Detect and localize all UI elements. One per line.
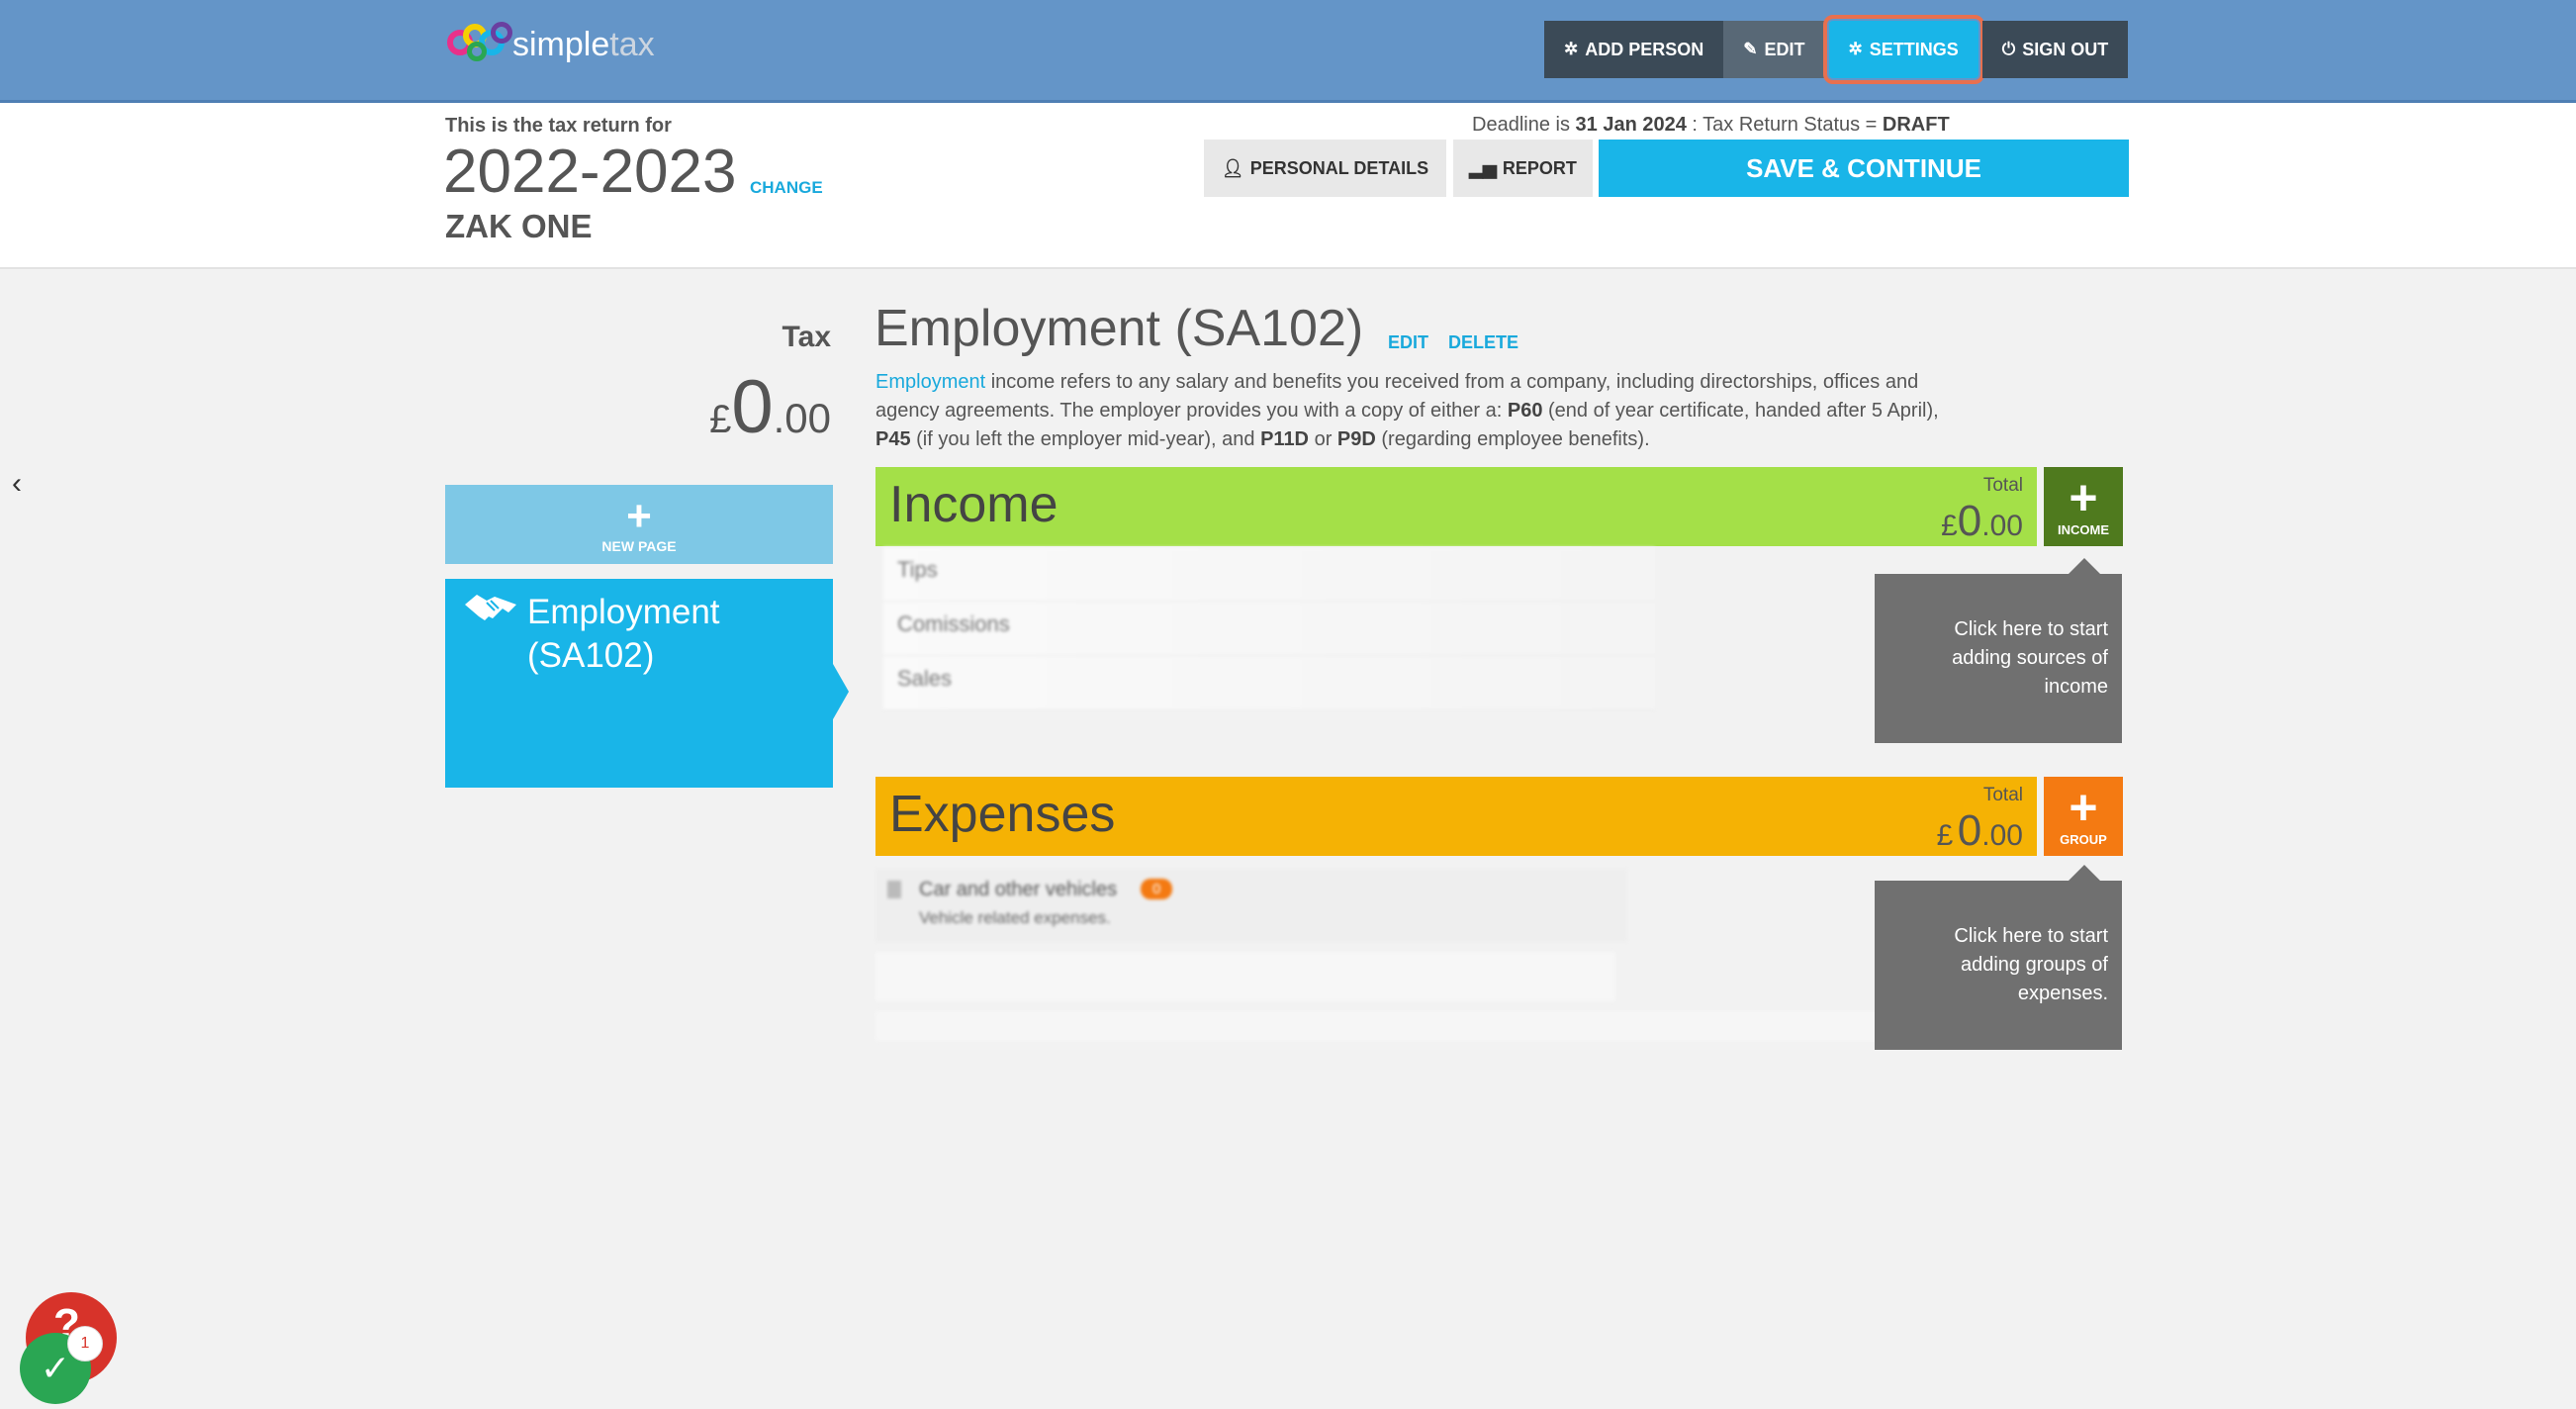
expenses-total: £ 0.00 — [1936, 806, 2023, 855]
delete-page-link[interactable]: DELETE — [1448, 332, 1518, 353]
sign-out-button[interactable]: ⏻ SIGN OUT — [1981, 21, 2129, 78]
add-group-label: GROUP — [2060, 832, 2107, 847]
person-name: ZAK ONE — [445, 208, 593, 244]
new-page-button[interactable]: + NEW PAGE — [445, 485, 833, 564]
report-button[interactable]: ▂▅ REPORT — [1453, 140, 1593, 197]
return-label: This is the tax return for — [445, 115, 672, 137]
personal-details-button[interactable]: 👤︎ PERSONAL DETAILS — [1204, 140, 1446, 197]
deadline-status: Deadline is 31 Jan 2024 : Tax Return Sta… — [1472, 114, 1950, 136]
logo[interactable]: simpletax — [445, 18, 655, 72]
tax-label: Tax — [782, 321, 831, 353]
income-title: Income — [889, 476, 1058, 533]
plus-icon: + — [2069, 470, 2098, 525]
expense-group-count: 0 — [1141, 879, 1173, 899]
page-title: Employment (SA102) — [874, 300, 1364, 357]
new-page-label: NEW PAGE — [601, 538, 677, 554]
list-item: Sales — [883, 656, 1655, 710]
add-income-button[interactable]: + INCOME — [2044, 467, 2123, 546]
list-item: Tips — [883, 547, 1655, 602]
top-nav: ✲ ADD PERSON ✎ EDIT ✲ SETTINGS ⏻ SIGN OU… — [1544, 15, 2129, 84]
page-card-title: Employment (SA102) — [527, 593, 720, 675]
plus-icon: + — [2069, 780, 2098, 835]
edit-button[interactable]: ✎ EDIT — [1723, 21, 1825, 78]
trash-icon — [887, 881, 901, 898]
expenses-tooltip: Click here to start adding groups of exp… — [1875, 865, 2122, 1050]
plus-icon: + — [626, 492, 652, 540]
settings-button[interactable]: ✲ SETTINGS — [1822, 15, 1984, 84]
list-item: Comissions — [883, 602, 1655, 656]
logo-text: simpletax — [512, 26, 655, 63]
top-bar: simpletax ✲ ADD PERSON ✎ EDIT ✲ SETTINGS… — [0, 0, 2576, 103]
income-header: Income Total £0.00 — [875, 467, 2037, 546]
return-header: This is the tax return for 2022-2023 CHA… — [0, 103, 2576, 269]
handshake-icon — [465, 595, 516, 620]
sign-out-label: SIGN OUT — [2022, 39, 2109, 59]
user-icon: 👤︎ — [1221, 157, 1244, 178]
expenses-total-label: Total — [1982, 785, 2023, 805]
income-total: £0.00 — [1941, 497, 2023, 545]
edit-label: EDIT — [1764, 39, 1805, 59]
expense-group-item: Car and other vehicles 0 Vehicle related… — [875, 869, 1627, 942]
gear-icon: ✲ — [1848, 40, 1863, 58]
save-continue-button[interactable]: SAVE & CONTINUE — [1599, 140, 2129, 197]
income-suggestions: Tips Comissions Sales — [883, 547, 1655, 710]
page-description: Employment income refers to any salary a… — [875, 371, 1939, 450]
add-person-label: ADD PERSON — [1585, 39, 1704, 59]
tax-year: 2022-2023 — [443, 138, 737, 206]
add-group-button[interactable]: + GROUP — [2044, 777, 2123, 856]
change-year-link[interactable]: CHANGE — [750, 178, 823, 198]
income-total-label: Total — [1982, 475, 2023, 496]
chevron-left-icon[interactable]: ‹ — [12, 467, 22, 501]
add-income-label: INCOME — [2058, 522, 2109, 537]
gear-icon: ✲ — [1564, 40, 1579, 58]
notification-count-badge: 1 — [67, 1326, 103, 1362]
expense-group-name: Car and other vehicles — [919, 879, 1118, 900]
edit-page-link[interactable]: EDIT — [1388, 332, 1428, 353]
expenses-title: Expenses — [889, 786, 1116, 843]
expense-placeholder — [875, 952, 1615, 1001]
status-badge: DRAFT — [1882, 114, 1950, 136]
add-person-button[interactable]: ✲ ADD PERSON — [1544, 21, 1724, 78]
expense-group-desc: Vehicle related expenses. — [919, 908, 1111, 927]
income-tooltip: Click here to start adding sources of in… — [1875, 558, 2122, 743]
page-card-employment[interactable]: Employment (SA102) — [445, 579, 849, 788]
edit-icon: ✎ — [1743, 40, 1758, 58]
bar-chart-icon: ▂▅ — [1469, 157, 1497, 178]
employment-link[interactable]: Employment — [875, 371, 985, 393]
power-icon: ⏻ — [2001, 40, 2016, 58]
logo-mark-icon — [445, 20, 516, 71]
tax-total: £0.00 — [709, 365, 831, 449]
settings-label: SETTINGS — [1869, 39, 1959, 59]
expenses-header: Expenses Total £ 0.00 — [875, 777, 2037, 856]
